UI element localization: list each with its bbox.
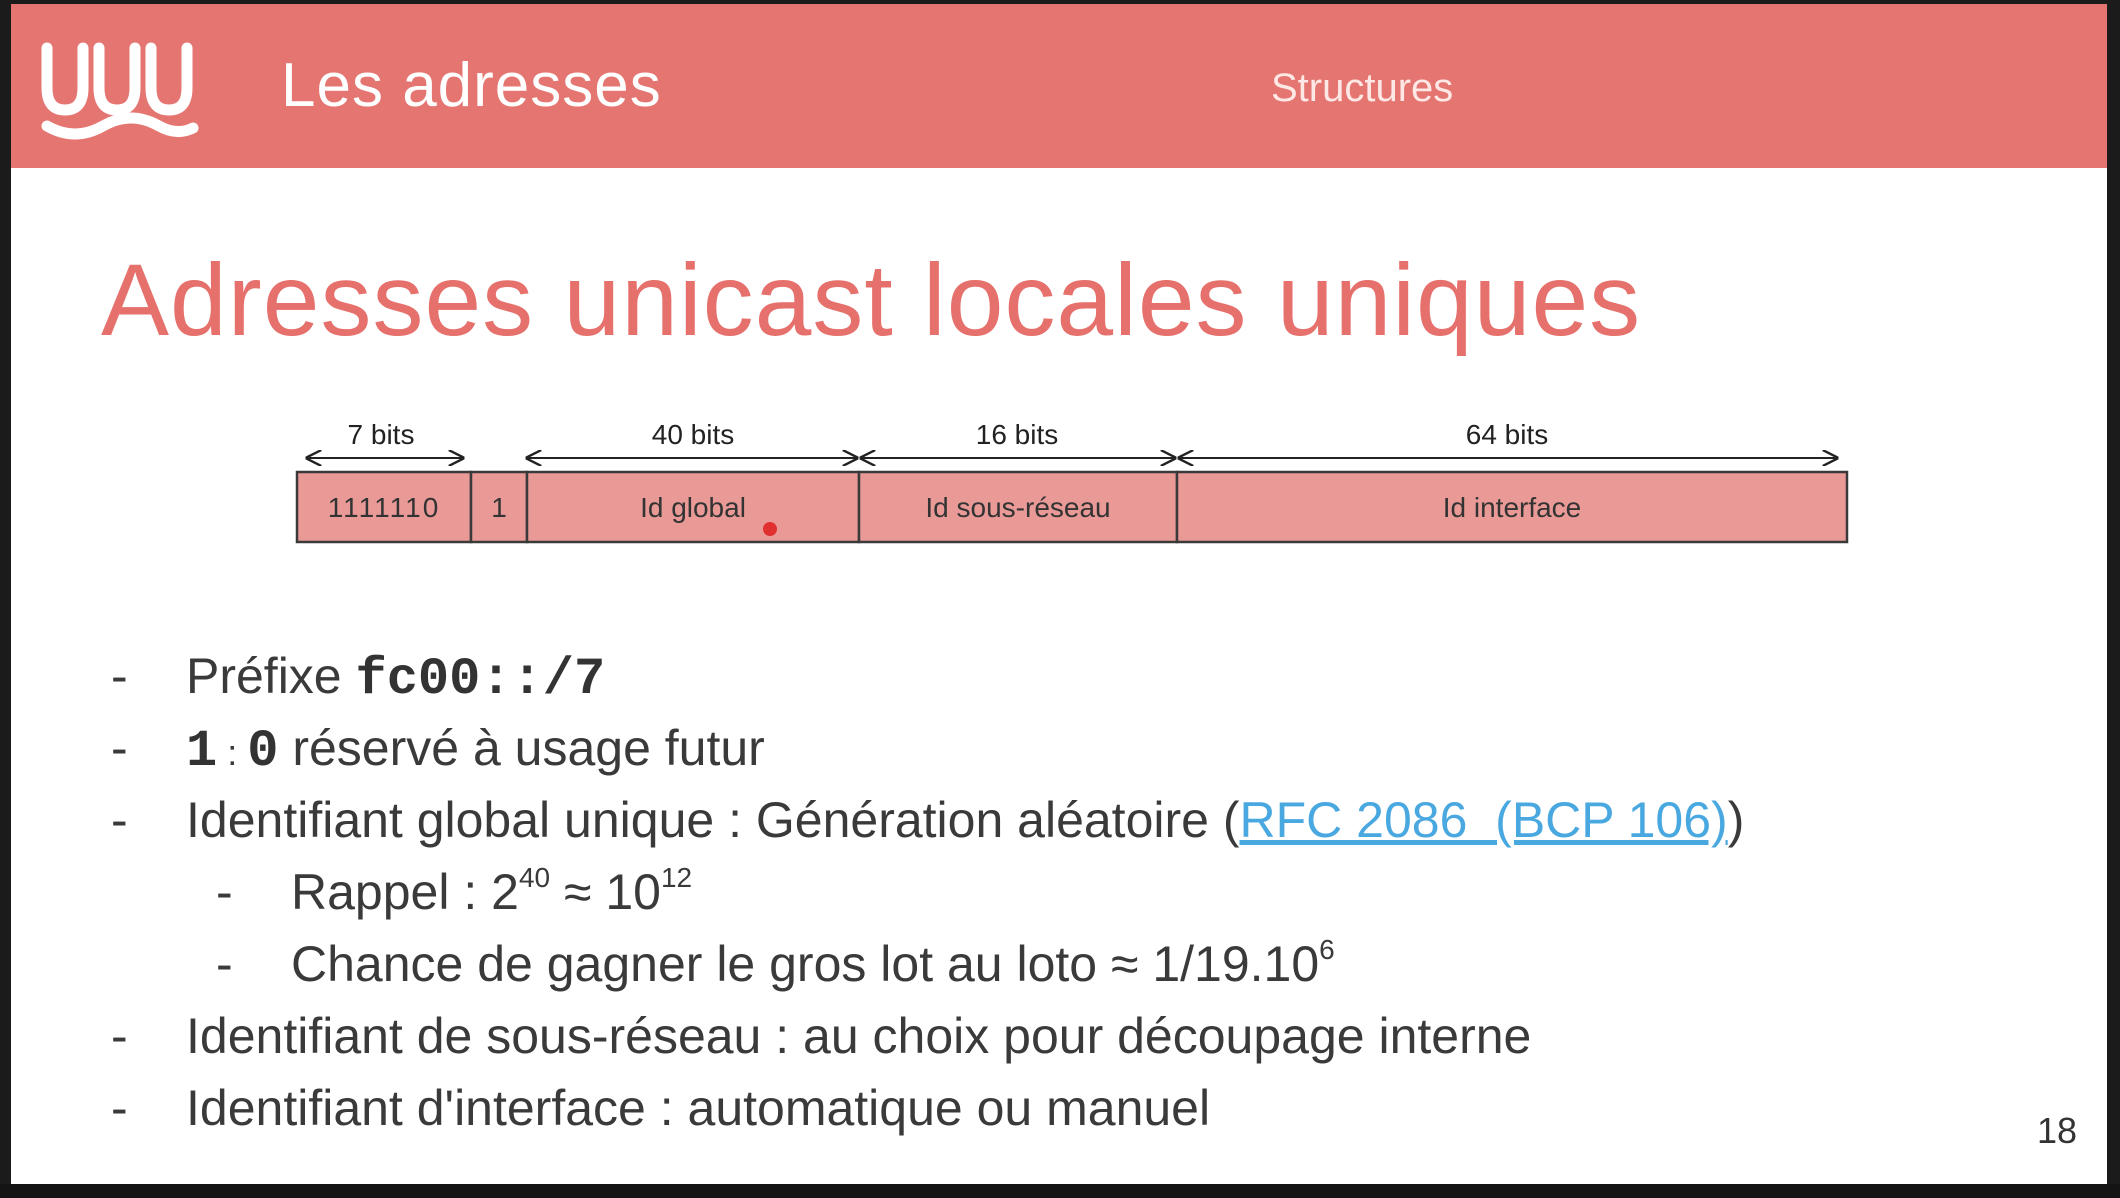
header-section: Structures <box>1271 66 1454 110</box>
bullet-text: réservé à usage futur <box>278 720 765 776</box>
sub-bullet-lottery: - Chance de gagner le gros lot au loto ≈… <box>11 928 2107 1000</box>
bullet-dash: - <box>216 864 233 920</box>
bits-label-subnet: 16 bits <box>976 419 1059 450</box>
address-structure-diagram: 7 bits 40 bits 16 bits 64 bits 1111110 1… <box>295 419 1849 544</box>
bullet-list: - Préfixe fc00::/7 - 1 : 0 réservé à usa… <box>11 640 2107 1144</box>
bullet-dash: - <box>216 936 233 992</box>
slide-title: Adresses unicast locales uniques <box>101 243 1642 357</box>
wave-logo-icon <box>41 42 199 140</box>
slide: Les adresses Structures Adresses unicast… <box>11 4 2107 1184</box>
bullet-text: Identifiant d'interface : automatique ou… <box>186 1080 1211 1136</box>
bullet-prefix: - Préfixe fc00::/7 <box>11 640 2107 712</box>
code-zero: 0 <box>247 722 279 781</box>
bullet-subnet-id: - Identifiant de sous-réseau : au choix … <box>11 1000 2107 1072</box>
slide-header: Les adresses Structures <box>11 4 2107 168</box>
prefix-code: fc00::/7 <box>355 650 606 709</box>
bullet-dash: - <box>111 648 128 704</box>
bullet-text-after: ) <box>1727 792 1745 848</box>
field-subnet-id-label: Id sous-réseau <box>925 492 1110 523</box>
bullet-dash: - <box>111 792 128 848</box>
field-interface-id-label: Id interface <box>1443 492 1582 523</box>
bullet-dash: - <box>111 720 128 776</box>
bullet-reserved: - 1 : 0 réservé à usage futur <box>11 712 2107 784</box>
field-global-id-label: Id global <box>640 492 746 523</box>
rfc-link[interactable]: RFC 2086 (BCP 106) <box>1240 792 1728 848</box>
bottom-bar <box>0 1184 2120 1198</box>
bullet-text: ≈ 10 <box>550 864 661 920</box>
bullet-dash: - <box>111 1080 128 1136</box>
field-prefix-label: 1111110 <box>328 492 441 523</box>
bits-label-prefix: 7 bits <box>348 419 415 450</box>
bullet-text: Préfixe <box>186 648 356 704</box>
laser-pointer-dot <box>763 522 777 536</box>
bits-label-interface: 64 bits <box>1466 419 1549 450</box>
exponent: 12 <box>660 862 693 894</box>
code-separator: : <box>217 732 248 773</box>
bullet-interface-id: - Identifiant d'interface : automatique … <box>11 1072 2107 1144</box>
header-title: Les adresses <box>281 51 662 120</box>
bullet-text: Identifiant global unique : Génération a… <box>186 792 1240 848</box>
bullet-text: Identifiant de sous-réseau : au choix po… <box>186 1008 1532 1064</box>
bits-label-global: 40 bits <box>652 419 735 450</box>
sub-bullet-reminder: - Rappel : 240 ≈ 1012 <box>11 856 2107 928</box>
bullet-dash: - <box>111 1008 128 1064</box>
page-number: 18 <box>2036 1110 2077 1151</box>
field-l-bit-label: 1 <box>491 492 507 523</box>
exponent: 6 <box>1319 934 1335 966</box>
bullet-text: Rappel : 2 <box>291 864 519 920</box>
code-one: 1 <box>186 722 218 781</box>
bullet-global-id: - Identifiant global unique : Génération… <box>11 784 2107 856</box>
exponent: 40 <box>518 862 551 894</box>
bullet-text: Chance de gagner le gros lot au loto ≈ 1… <box>291 936 1320 992</box>
